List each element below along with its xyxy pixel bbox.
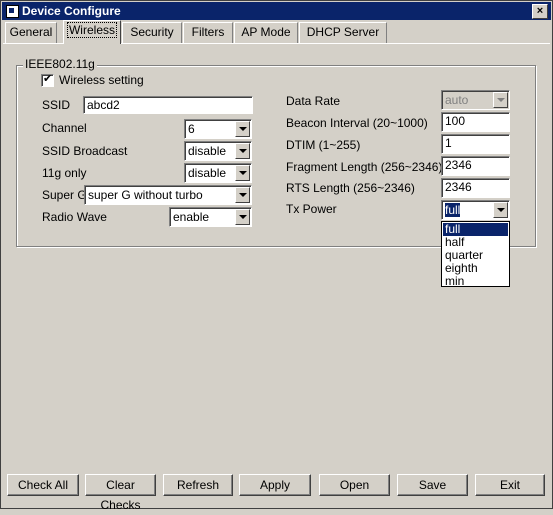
11g-only-label: 11g only bbox=[42, 166, 87, 180]
wireless-setting-checkbox[interactable] bbox=[41, 72, 54, 87]
super-g-label: Super G bbox=[42, 188, 87, 202]
radio-wave-label: Radio Wave bbox=[42, 210, 107, 224]
chevron-down-icon[interactable] bbox=[235, 187, 250, 203]
ssid-broadcast-select[interactable]: disable bbox=[184, 141, 252, 161]
channel-label: Channel bbox=[42, 121, 87, 135]
data-rate-select: auto bbox=[441, 90, 510, 110]
data-rate-value: auto bbox=[445, 93, 469, 107]
fragment-length-label: Fragment Length (256~2346) bbox=[286, 160, 443, 174]
chevron-down-icon[interactable] bbox=[235, 209, 250, 225]
chevron-down-icon[interactable] bbox=[235, 165, 250, 181]
chevron-down-icon[interactable] bbox=[493, 202, 508, 218]
beacon-interval-label: Beacon Interval (20~1000) bbox=[286, 116, 428, 130]
tab-label: General bbox=[9, 25, 53, 39]
tx-power-dropdown-list[interactable]: full half quarter eighth min bbox=[441, 221, 510, 288]
device-configure-window: Device Configure × General Wireless Secu… bbox=[0, 0, 553, 512]
group-title: IEEE802.11g bbox=[23, 57, 97, 71]
ssid-label: SSID bbox=[42, 98, 71, 112]
channel-select[interactable]: 6 bbox=[184, 119, 252, 139]
chevron-down-icon bbox=[493, 92, 508, 108]
dtim-input[interactable]: 1 bbox=[441, 134, 510, 154]
tab-label: Security bbox=[130, 25, 174, 39]
dtim-label: DTIM (1~255) bbox=[286, 138, 361, 152]
tab-dhcp-server[interactable]: DHCP Server bbox=[299, 22, 387, 43]
tx-power-value: full bbox=[445, 203, 461, 217]
11g-only-select[interactable]: disable bbox=[184, 163, 252, 183]
tab-label: DHCP Server bbox=[306, 25, 380, 39]
fragment-length-input[interactable]: 2346 bbox=[441, 156, 510, 176]
11g-only-value: disable bbox=[188, 166, 227, 180]
tab-wireless[interactable]: Wireless bbox=[63, 20, 121, 44]
check-all-button[interactable]: Check All bbox=[7, 474, 79, 496]
tab-ap-mode[interactable]: AP Mode bbox=[234, 22, 298, 43]
app-icon bbox=[6, 5, 19, 18]
beacon-interval-input[interactable]: 100 bbox=[441, 112, 510, 132]
title-bar[interactable]: Device Configure × bbox=[2, 2, 551, 20]
ssid-input[interactable]: abcd2 bbox=[83, 96, 253, 114]
rts-length-label: RTS Length (256~2346) bbox=[286, 181, 415, 195]
radio-wave-select[interactable]: enable bbox=[169, 207, 252, 227]
chevron-down-icon[interactable] bbox=[235, 121, 250, 137]
tab-label: AP Mode bbox=[241, 25, 291, 39]
tx-power-option-min[interactable]: min bbox=[443, 275, 508, 288]
window-title: Device Configure bbox=[22, 4, 121, 18]
refresh-button[interactable]: Refresh bbox=[163, 474, 233, 496]
tab-label: Filters bbox=[191, 25, 225, 39]
tx-power-select[interactable]: full bbox=[441, 200, 510, 220]
radio-wave-value: enable bbox=[173, 210, 210, 224]
channel-value: 6 bbox=[188, 122, 195, 136]
rts-length-input[interactable]: 2346 bbox=[441, 178, 510, 198]
exit-button[interactable]: Exit bbox=[475, 474, 545, 496]
ssid-broadcast-label: SSID Broadcast bbox=[42, 144, 128, 158]
save-button[interactable]: Save bbox=[397, 474, 468, 496]
tab-security[interactable]: Security bbox=[122, 22, 182, 43]
ssid-broadcast-value: disable bbox=[188, 144, 227, 158]
close-icon: × bbox=[536, 5, 544, 17]
wireless-setting-label: Wireless setting bbox=[59, 73, 144, 87]
super-g-value: super G without turbo bbox=[88, 188, 203, 202]
tx-power-label: Tx Power bbox=[286, 202, 337, 216]
chevron-down-icon[interactable] bbox=[235, 143, 250, 159]
apply-button[interactable]: Apply bbox=[239, 474, 311, 496]
open-button[interactable]: Open bbox=[319, 474, 390, 496]
tab-filters[interactable]: Filters bbox=[183, 22, 233, 43]
super-g-select[interactable]: super G without turbo bbox=[84, 185, 252, 205]
clear-checks-button[interactable]: Clear Checks bbox=[85, 474, 156, 512]
tab-label: Wireless bbox=[66, 22, 117, 38]
close-button[interactable]: × bbox=[532, 4, 548, 19]
data-rate-label: Data Rate bbox=[286, 94, 341, 108]
tab-general[interactable]: General bbox=[5, 22, 57, 43]
